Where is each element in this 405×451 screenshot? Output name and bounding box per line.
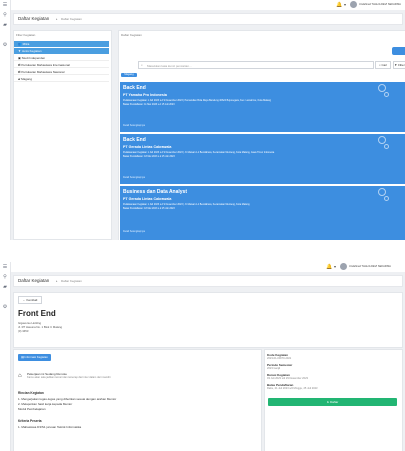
info-button[interactable]: ▤ Informasi Kegiatan [18, 354, 51, 361]
section-line: 2. Melaporkan hasil kerja kepada Mentor [18, 402, 73, 406]
job-title: Front End [18, 309, 56, 318]
icon-rail: ☰ ⚲ ▰ ⚙ [0, 0, 11, 240]
apply-button[interactable]: ➤ Daftar [268, 398, 397, 406]
modul-label: Modul Pembelajaran [18, 407, 46, 411]
decor-bubble [378, 188, 386, 196]
search-placeholder: Masukkan kata kunci pencarian... [147, 64, 192, 68]
job-side-card: Kode Kegiatan 2023-01-00070-2021 Periode… [264, 349, 403, 451]
decor-bubble [384, 144, 389, 149]
user-name[interactable]: Undefined THALIA DEVI SEKARISA [359, 3, 401, 6]
batas-value: Rabu, 21 Juli 2023 s/d Minggu, 25 Juli 2… [267, 387, 318, 390]
location-icon[interactable]: ⚲ [2, 12, 8, 18]
job-detail-card: ▤ Informasi Kegiatan ⌂ Pekerjaan ini Sed… [13, 349, 262, 451]
filter-card-title: Filter Kegiatan [16, 33, 36, 37]
job-card[interactable]: Back End PT Yamaha Pro Indonesia Pelaksa… [120, 82, 405, 132]
job-company: PT Gerada Lintas Cakrawala [123, 145, 172, 149]
search-button[interactable]: ⌕ Cari [375, 61, 391, 69]
section-line: 1. Mengerjakan tugas-tugas yang diberika… [18, 397, 117, 401]
job-deadline: Batas Pendaftaran: 18 Mei 2023 s.d 15 Ju… [123, 155, 175, 158]
job-schedule: Pelaksanaan Kegiatan 1 Juli 2023 s.d 9 D… [123, 203, 250, 206]
job-header-card: ← Kembali Front End Gigaverse Holding Jl… [13, 292, 403, 348]
job-deadline: Batas Pendaftaran: 18 Mei 2023 s.d 15 Ju… [123, 207, 175, 210]
search-icon: ⌕ [141, 63, 143, 67]
job-title: Back End [123, 137, 146, 143]
breadcrumb-separator: ▸ [56, 279, 58, 283]
chevron-down-icon[interactable]: ▾ [334, 264, 336, 270]
job-detail-link[interactable]: Detail Selengkapnya [123, 176, 145, 179]
results-card-title: Daftar Kegiatan [121, 33, 142, 37]
settings-icon[interactable]: ⚙ [2, 304, 8, 310]
icon-rail: ☰ ⚲ ▰ ⚙ [0, 262, 11, 451]
location-icon[interactable]: ⚲ [2, 274, 8, 280]
company-phone: (0) 3453 [18, 329, 29, 333]
section-title: Rincian Kegiatan [18, 391, 44, 395]
detail-view-screenshot: 🔔 ▾ Undefined THALIA DEVI SEKARISA ☰ ⚲ ▰… [0, 262, 405, 451]
kode-value: 2023-01-00070-2021 [267, 357, 292, 360]
building-icon: ⌂ [18, 373, 22, 379]
decor-bubble [378, 136, 386, 144]
briefcase-icon[interactable]: ▰ [2, 22, 8, 28]
user-name[interactable]: Undefined THALIA DEVI SEKARISA [349, 265, 391, 268]
job-detail-link[interactable]: Detail Selengkapnya [123, 230, 145, 233]
filter-pmn[interactable]: ⇄ Pertukaran Mahasiswa Nasional [14, 69, 109, 75]
filter-button[interactable]: ▼ Filter [393, 61, 405, 69]
filter-magang[interactable]: ▰ Magang [14, 76, 109, 82]
search-input[interactable]: ⌕ Masukkan kata kunci pencarian... [138, 61, 374, 69]
bell-icon[interactable]: 🔔 [326, 264, 332, 270]
list-view-screenshot: 🔔 ▾ Undefined THALIA DEVI SEKARISA ☰ ⚲ ▰… [0, 0, 405, 240]
job-schedule: Pelaksanaan Kegiatan 1 Juli 2023 s.d 9 D… [123, 151, 275, 154]
results-badge[interactable]: Magang [121, 73, 137, 77]
job-deadline: Batas Pendaftaran: 11 Mei 2023 s.d 15 Ju… [123, 103, 175, 106]
job-company: PT Gerada Lintas Cakrawala [123, 197, 172, 201]
filter-pmi[interactable]: ⇄ Pertukaran Mahasiswa Internasional [14, 62, 109, 68]
chevron-down-icon[interactable]: ▾ [344, 2, 346, 8]
breadcrumb-separator: ▸ [56, 17, 58, 21]
job-title: Back End [123, 85, 146, 91]
durasi-value: 03 Juli 2023 s/d 29 Desember 2023 [267, 377, 308, 380]
job-detail-link[interactable]: Detail Selengkapnya [123, 124, 145, 127]
job-card[interactable]: Back End PT Gerada Lintas Cakrawala Pela… [120, 134, 405, 184]
decor-bubble [384, 92, 389, 97]
section-line: 1. Mahasiswa D3/S1 jurusan Teknik Inform… [18, 425, 82, 429]
page-title: Daftar Kegiatan [18, 278, 50, 283]
bell-icon[interactable]: 🔔 [336, 2, 342, 8]
breadcrumb: Daftar Kegiatan ▸ Daftar Kegiatan [13, 13, 403, 25]
decor-bubble [378, 84, 386, 92]
menu-icon[interactable]: ☰ [2, 2, 8, 8]
settings-icon[interactable]: ⚙ [2, 42, 8, 48]
job-schedule: Pelaksanaan Kegiatan 1 Juli 2023 s.d 9 D… [123, 99, 272, 102]
breadcrumb-item[interactable]: Daftar Kegiatan [61, 17, 82, 21]
job-title: Business dan Data Analyst [123, 189, 188, 195]
breadcrumb-item[interactable]: Daftar Kegiatan [61, 279, 82, 283]
menu-icon[interactable]: ☰ [2, 264, 8, 270]
briefcase-icon[interactable]: ▰ [2, 284, 8, 290]
breadcrumb: Daftar Kegiatan ▸ Daftar Kegiatan [13, 275, 403, 287]
filter-mitra[interactable]: 👥 Mitra [14, 41, 109, 47]
top-navbar: 🔔 ▾ Undefined THALIA DEVI SEKARISA [0, 262, 405, 272]
filter-jenis-kegiatan[interactable]: ▼ Jenis Kegiatan [14, 48, 109, 54]
filter-card: Filter Kegiatan 👥 Mitra ▼ Jenis Kegiatan… [13, 30, 112, 240]
page-title: Daftar Kegiatan [18, 16, 50, 21]
job-company: PT Yamaha Pro Indonesia [123, 93, 167, 97]
job-card[interactable]: Business dan Data Analyst PT Gerada Lint… [120, 186, 405, 240]
back-button[interactable]: ← Kembali [18, 296, 42, 304]
avatar[interactable] [350, 1, 357, 8]
separator [0, 240, 405, 262]
work-mode-desc: Kamu akan sala jadikan tercari dan terse… [27, 376, 111, 379]
decor-bubble [384, 196, 389, 201]
filter-studi-independen[interactable]: ▣ Studi Independen [14, 55, 109, 61]
top-navbar: 🔔 ▾ Undefined THALIA DEVI SEKARISA [0, 0, 405, 10]
periode-value: 2023 Ganjil [267, 367, 281, 370]
section-title: Kriteria Peserta [18, 419, 42, 423]
avatar[interactable] [340, 263, 347, 270]
add-button[interactable] [392, 47, 405, 55]
